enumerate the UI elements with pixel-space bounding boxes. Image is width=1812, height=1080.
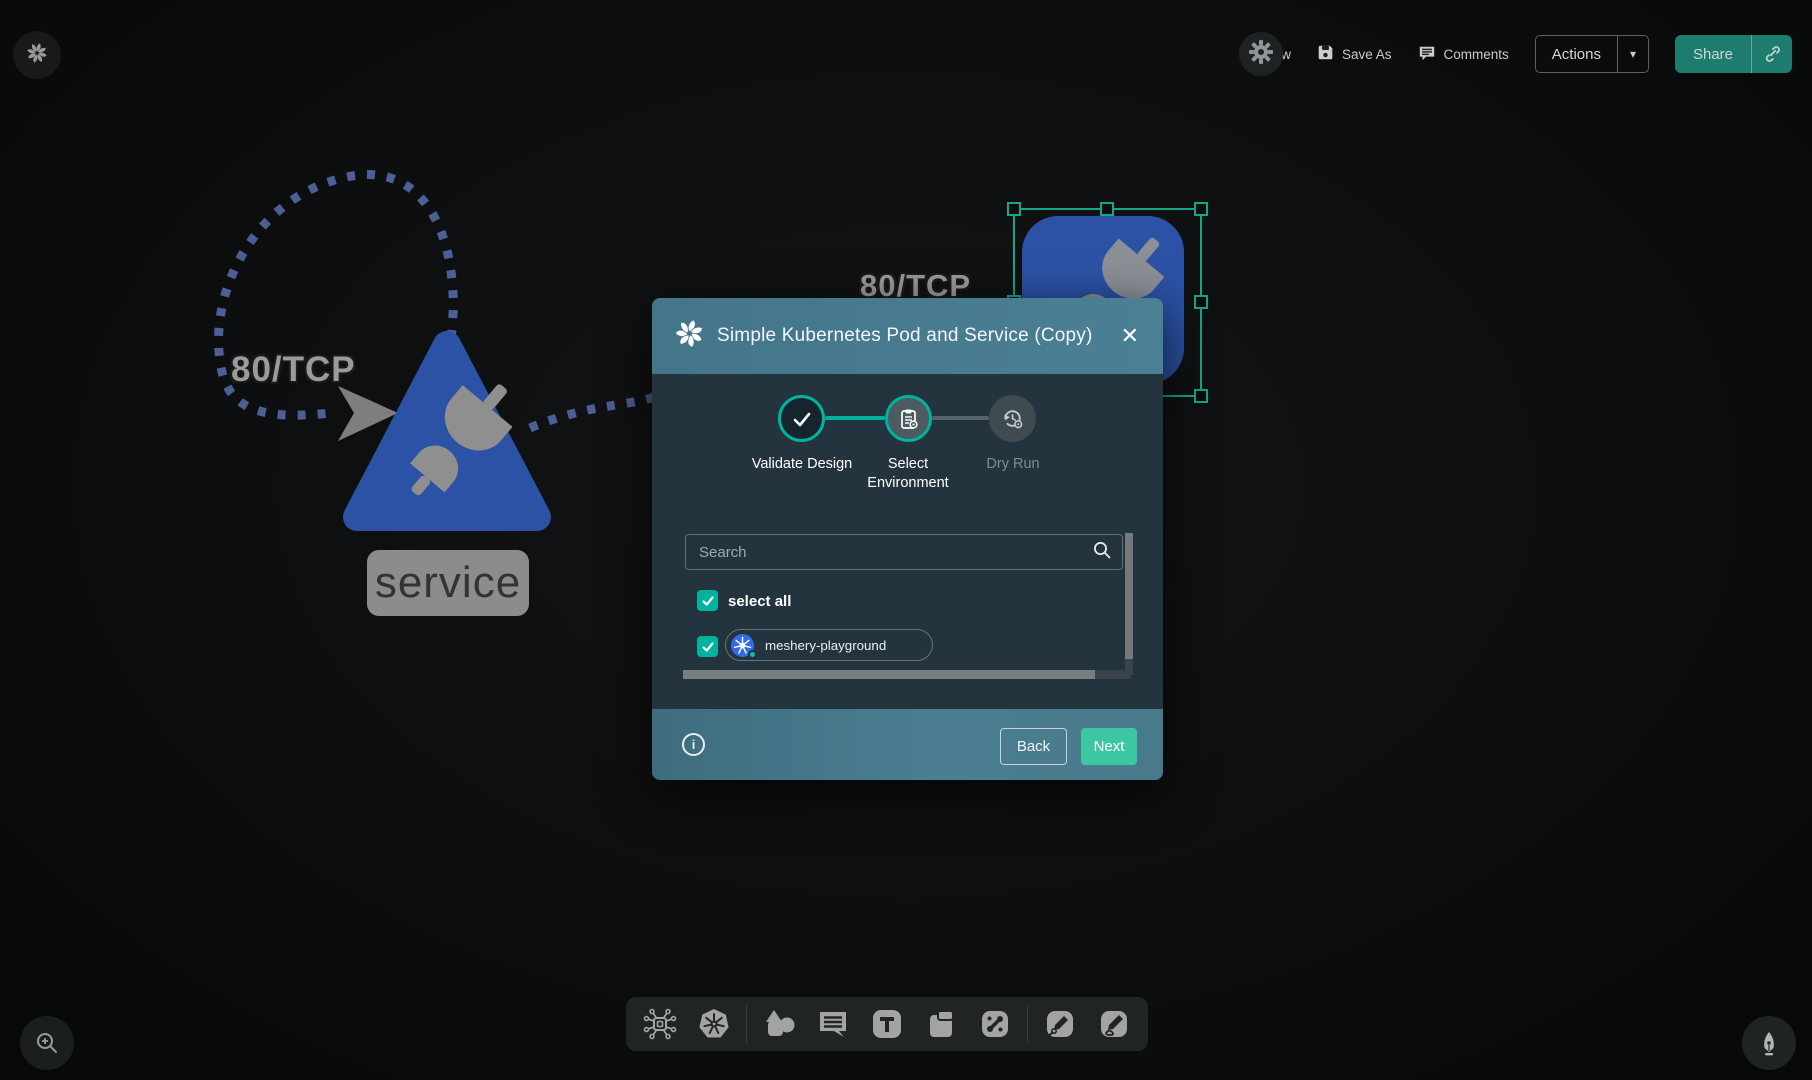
deploy-design-modal: Simple Kubernetes Pod and Service (Copy)… — [652, 298, 1163, 780]
annotate-pen-button[interactable] — [1742, 1016, 1796, 1070]
next-button[interactable]: Next — [1081, 728, 1137, 765]
link-icon — [1763, 45, 1781, 63]
scrollbar-thumb[interactable] — [1125, 533, 1133, 659]
pen-tool[interactable] — [1038, 1002, 1082, 1046]
freehand-draw-tool[interactable] — [1092, 1002, 1136, 1046]
environment-checkbox[interactable] — [697, 636, 718, 657]
zoom-in-icon — [34, 1030, 60, 1056]
pen-nib-icon — [1756, 1030, 1782, 1056]
share-label: Share — [1675, 46, 1751, 63]
comments-label: Comments — [1444, 47, 1509, 62]
select-all-checkbox[interactable] — [697, 590, 718, 611]
text-tool[interactable] — [865, 1002, 909, 1046]
environment-name: meshery-playground — [765, 638, 886, 653]
pencil-scribble-icon — [1097, 1007, 1131, 1041]
vertical-scrollbar[interactable] — [1125, 533, 1133, 675]
link-nodes-icon — [978, 1007, 1012, 1041]
service-node-shape[interactable] — [357, 345, 537, 517]
modal-header: Simple Kubernetes Pod and Service (Copy)… — [652, 298, 1163, 374]
circuit-icon — [642, 1006, 678, 1042]
share-button[interactable]: Share — [1675, 35, 1792, 73]
chevron-down-icon[interactable]: ▾ — [1618, 47, 1648, 61]
step-label-dry-run: Dry Run — [957, 455, 1069, 474]
step-connector — [825, 416, 885, 420]
image-icon — [924, 1007, 958, 1041]
check-icon — [791, 408, 813, 430]
settings-button[interactable] — [1239, 32, 1283, 76]
comments-button[interactable]: Comments — [1418, 44, 1509, 65]
kubernetes-icon — [730, 633, 755, 658]
modal-footer: i Back Next — [652, 709, 1163, 780]
shapes-icon — [761, 1006, 797, 1042]
select-all-label: select all — [728, 593, 791, 610]
components-tool[interactable] — [638, 1002, 682, 1046]
horizontal-scrollbar[interactable] — [683, 670, 1131, 679]
meshery-design-app: 80/TCP 80/TCP service — [0, 0, 1812, 1080]
text-icon — [870, 1007, 904, 1041]
media-tool[interactable] — [919, 1002, 963, 1046]
shapes-tool[interactable] — [757, 1002, 801, 1046]
copy-link-button[interactable] — [1752, 35, 1792, 73]
step-dry-run[interactable] — [989, 395, 1036, 442]
environment-search — [685, 534, 1123, 570]
connected-status-dot — [748, 650, 757, 659]
kubernetes-tool[interactable] — [692, 1002, 736, 1046]
dry-run-history-icon — [1000, 406, 1025, 431]
save-as-button[interactable]: Save As — [1317, 44, 1392, 64]
dock-divider — [746, 1005, 747, 1043]
back-button[interactable]: Back — [1000, 728, 1067, 765]
step-label-select-environment: Select Environment — [852, 455, 964, 493]
check-icon — [701, 640, 715, 654]
actions-label: Actions — [1536, 46, 1617, 63]
save-icon — [1317, 44, 1334, 64]
zoom-in-button[interactable] — [20, 1016, 74, 1070]
step-connector — [932, 416, 989, 420]
check-icon — [701, 594, 715, 608]
pen-tool-icon — [1043, 1007, 1077, 1041]
clipboard-gear-icon — [897, 407, 921, 431]
environment-chip[interactable]: meshery-playground — [725, 629, 933, 661]
comment-icon — [816, 1007, 850, 1041]
actions-button[interactable]: Actions ▾ — [1535, 35, 1649, 73]
save-as-label: Save As — [1342, 47, 1392, 62]
comment-tool[interactable] — [811, 1002, 855, 1046]
comment-icon — [1418, 44, 1436, 65]
modal-title: Simple Kubernetes Pod and Service (Copy) — [717, 325, 1093, 347]
search-icon[interactable] — [1092, 540, 1112, 565]
canvas-tool-dock — [626, 997, 1148, 1051]
step-select-environment[interactable] — [885, 395, 932, 442]
kubernetes-helm-icon — [696, 1006, 732, 1042]
header-toolbar: New Save As Comments Actions ▾ Share — [1239, 30, 1792, 78]
scrollbar-thumb[interactable] — [683, 670, 1095, 679]
gear-icon — [1248, 39, 1274, 70]
service-node-label: service — [367, 550, 529, 616]
pinwheel-icon — [26, 42, 48, 69]
relationship-tool[interactable] — [973, 1002, 1017, 1046]
meshery-logo-icon — [676, 320, 703, 352]
app-menu-button[interactable] — [13, 31, 61, 79]
step-validate-design[interactable] — [778, 395, 825, 442]
step-label-validate-design: Validate Design — [746, 455, 858, 474]
info-icon[interactable]: i — [682, 733, 705, 756]
search-input[interactable] — [686, 544, 1092, 561]
close-icon[interactable]: ✕ — [1121, 325, 1139, 347]
dock-divider — [1027, 1005, 1028, 1043]
edge-port-label: 80/TCP — [231, 350, 356, 390]
